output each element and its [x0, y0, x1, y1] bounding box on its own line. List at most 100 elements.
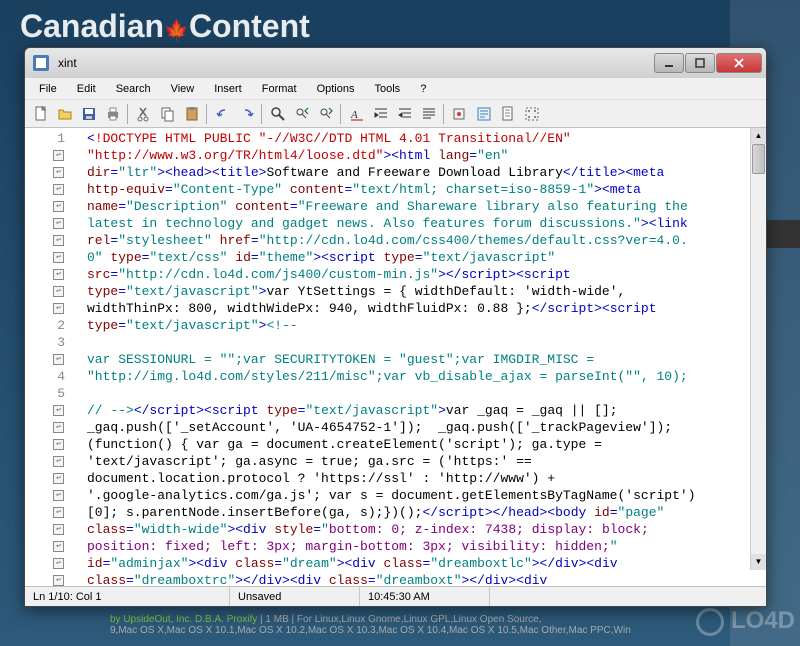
scroll-thumb[interactable]: [752, 144, 765, 174]
code-line: // --></script><script type="text/javasc…: [87, 402, 766, 419]
gutter-line: ↩: [25, 181, 83, 198]
paste-icon[interactable]: [180, 102, 203, 125]
code-content[interactable]: <!DOCTYPE HTML PUBLIC "-//W3C//DTD HTML …: [83, 128, 766, 586]
wrap-indicator-icon: ↩: [53, 184, 64, 195]
menu-file[interactable]: File: [29, 80, 67, 98]
wrap-indicator-icon: ↩: [53, 490, 64, 501]
document-icon[interactable]: [496, 102, 519, 125]
menu-edit[interactable]: Edit: [67, 80, 106, 98]
code-line: class="width-wide"><div style="bottom: 0…: [87, 521, 766, 538]
code-line: type="text/javascript"><!--: [87, 317, 766, 334]
toolbar-separator: [127, 104, 129, 124]
wrap-indicator-icon: ↩: [53, 439, 64, 450]
code-line: rel="stylesheet" href="http://cdn.lo4d.c…: [87, 232, 766, 249]
gutter-line: ↩: [25, 164, 83, 181]
gutter-line: ↩: [25, 504, 83, 521]
gutter-line: ↩: [25, 487, 83, 504]
copy-icon[interactable]: [156, 102, 179, 125]
font-icon[interactable]: A: [345, 102, 368, 125]
find-prev-icon[interactable]: [290, 102, 313, 125]
maximize-button[interactable]: [685, 53, 715, 73]
code-line: document.location.protocol ? 'https://ss…: [87, 470, 766, 487]
code-line: 0" type="text/css" id="theme"><script ty…: [87, 249, 766, 266]
save-icon[interactable]: [77, 102, 100, 125]
menu-bar: File Edit Search View Insert Format Opti…: [25, 78, 766, 100]
cut-icon[interactable]: [132, 102, 155, 125]
wrap-indicator-icon: ↩: [53, 507, 64, 518]
gutter-line: ↩: [25, 419, 83, 436]
code-line: id="adminjax"><div class="dream"><div cl…: [87, 555, 766, 572]
scroll-up-icon[interactable]: ▲: [751, 128, 766, 144]
macro-icon[interactable]: [448, 102, 471, 125]
status-position: Ln 1/10: Col 1: [25, 587, 230, 606]
wrap-indicator-icon: ↩: [53, 252, 64, 263]
special-chars-icon[interactable]: [520, 102, 543, 125]
gutter-line: ↩: [25, 232, 83, 249]
menu-view[interactable]: View: [161, 80, 205, 98]
find-next-icon[interactable]: [314, 102, 337, 125]
wrap-indicator-icon: ↩: [53, 269, 64, 280]
find-icon[interactable]: [266, 102, 289, 125]
wrap-indicator-icon: ↩: [53, 235, 64, 246]
minimize-button[interactable]: [654, 53, 684, 73]
gutter-line: 1: [25, 130, 83, 147]
paragraph-icon[interactable]: [417, 102, 440, 125]
menu-insert[interactable]: Insert: [204, 80, 252, 98]
wrap-indicator-icon: ↩: [53, 405, 64, 416]
menu-format[interactable]: Format: [252, 80, 307, 98]
wrap-indicator-icon: ↩: [53, 201, 64, 212]
status-empty: [490, 587, 766, 606]
code-line: "http://www.w3.org/TR/html4/loose.dtd"><…: [87, 147, 766, 164]
gutter-line: ↩: [25, 215, 83, 232]
window-title: xint: [58, 56, 654, 70]
redo-icon[interactable]: [235, 102, 258, 125]
menu-search[interactable]: Search: [106, 80, 161, 98]
wrap-indicator-icon: ↩: [53, 167, 64, 178]
menu-tools[interactable]: Tools: [365, 80, 411, 98]
indent-icon[interactable]: [369, 102, 392, 125]
open-icon[interactable]: [53, 102, 76, 125]
wrap-indicator-icon: ↩: [53, 524, 64, 535]
wrap-indicator-icon: ↩: [53, 422, 64, 433]
menu-help[interactable]: ?: [410, 80, 436, 98]
print-icon[interactable]: [101, 102, 124, 125]
toolbar-separator: [261, 104, 263, 124]
code-line: class="dreamboxtrc"></div><div class="dr…: [87, 572, 766, 586]
code-line: latest in technology and gadget news. Al…: [87, 215, 766, 232]
outdent-icon[interactable]: [393, 102, 416, 125]
code-line: (function() { var ga = document.createEl…: [87, 436, 766, 453]
gutter-line: 3: [25, 334, 83, 351]
wrap-indicator-icon: ↩: [53, 541, 64, 552]
new-file-icon[interactable]: [29, 102, 52, 125]
close-button[interactable]: [716, 53, 762, 73]
toolbar-separator: [340, 104, 342, 124]
gutter-line: ↩: [25, 283, 83, 300]
menu-options[interactable]: Options: [307, 80, 365, 98]
status-bar: Ln 1/10: Col 1 Unsaved 10:45:30 AM: [25, 586, 766, 606]
status-saved: Unsaved: [230, 587, 360, 606]
editor-window: xint File Edit Search View Insert Format…: [24, 47, 767, 607]
gutter-line: ↩: [25, 436, 83, 453]
wrap-indicator-icon: ↩: [53, 473, 64, 484]
wrap-indicator-icon: ↩: [53, 303, 64, 314]
code-line: <!DOCTYPE HTML PUBLIC "-//W3C//DTD HTML …: [87, 130, 766, 147]
title-bar[interactable]: xint: [25, 48, 766, 78]
gutter-line: ↩: [25, 555, 83, 572]
wrap-indicator-icon: ↩: [53, 456, 64, 467]
gutter-line: ↩: [25, 198, 83, 215]
status-time: 10:45:30 AM: [360, 587, 490, 606]
code-line: position: fixed; left: 3px; margin-botto…: [87, 538, 766, 555]
scroll-down-icon[interactable]: ▼: [751, 554, 766, 570]
line-gutter: 1↩↩↩↩↩↩↩↩↩↩23↩45↩↩↩↩↩↩↩↩↩↩↩: [25, 128, 83, 586]
gutter-line: ↩: [25, 249, 83, 266]
gutter-line: ↩: [25, 538, 83, 555]
gutter-line: ↩: [25, 572, 83, 586]
code-line: name="Description" content="Freeware and…: [87, 198, 766, 215]
code-line: [87, 334, 766, 351]
vertical-scrollbar[interactable]: ▲ ▼: [750, 128, 766, 570]
undo-icon[interactable]: [211, 102, 234, 125]
wrap-indicator-icon: ↩: [53, 575, 64, 586]
wrap-icon[interactable]: [472, 102, 495, 125]
watermark-circle-icon: [696, 608, 724, 636]
wrap-indicator-icon: ↩: [53, 286, 64, 297]
